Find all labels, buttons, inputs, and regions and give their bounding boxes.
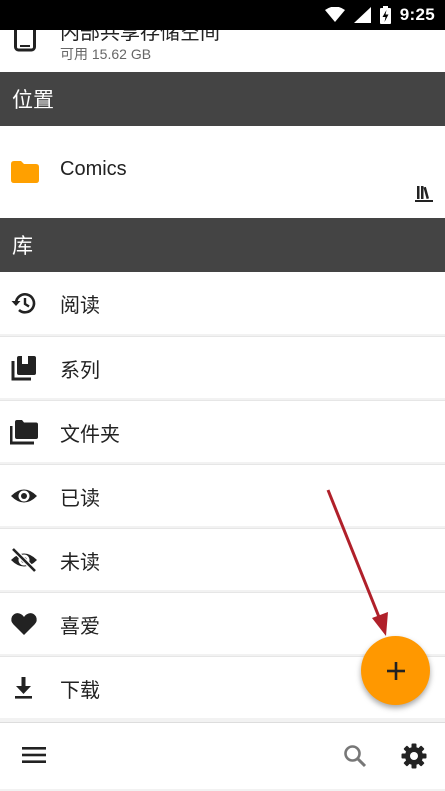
download-icon (15, 677, 32, 699)
folder-icon (11, 161, 39, 183)
phone-icon (14, 30, 36, 52)
location-label: Comics (60, 158, 127, 180)
status-bar: 9:25 (0, 0, 445, 30)
library-header: 库 (0, 218, 445, 272)
gear-icon[interactable] (401, 743, 427, 769)
library-item-label: 已读 (60, 486, 100, 510)
eye-icon (11, 489, 37, 503)
eye-off-icon (11, 547, 37, 573)
library-item-label: 喜爱 (60, 614, 100, 638)
library-item-unread[interactable]: 未读 (0, 528, 445, 590)
location-item-comics[interactable]: Comics (0, 126, 445, 218)
add-fab[interactable] (361, 636, 430, 705)
storage-item[interactable]: 内部共享存储空间 可用 15.62 GB (0, 30, 445, 72)
signal-icon (353, 7, 371, 23)
wifi-icon (324, 7, 345, 22)
library-item-label: 下载 (60, 678, 100, 702)
storage-name: 内部共享存储空间 (60, 30, 220, 44)
library-icon[interactable] (415, 185, 433, 203)
heart-icon (11, 613, 37, 635)
library-item-folders[interactable]: 文件夹 (0, 400, 445, 462)
library-item-label: 文件夹 (60, 422, 120, 446)
battery-charging-icon (379, 6, 391, 24)
library-item-label: 系列 (60, 358, 100, 382)
library-item-series[interactable]: 系列 (0, 336, 445, 398)
bottom-app-bar (0, 722, 445, 789)
series-icon (11, 356, 36, 381)
folders-icon (10, 420, 38, 445)
library-item-read[interactable]: 已读 (0, 464, 445, 526)
library-item-reading[interactable]: 阅读 (0, 272, 445, 334)
locations-header: 位置 (0, 72, 445, 126)
search-icon[interactable] (343, 744, 367, 768)
library-item-label: 未读 (60, 550, 100, 574)
library-item-label: 阅读 (60, 293, 100, 317)
storage-free-space: 可用 15.62 GB (60, 46, 152, 62)
status-time: 9:25 (399, 5, 435, 24)
library-header-label: 库 (12, 234, 33, 258)
menu-icon[interactable] (22, 745, 46, 765)
history-icon (11, 293, 36, 314)
plus-icon (386, 661, 405, 680)
locations-header-label: 位置 (12, 88, 54, 112)
